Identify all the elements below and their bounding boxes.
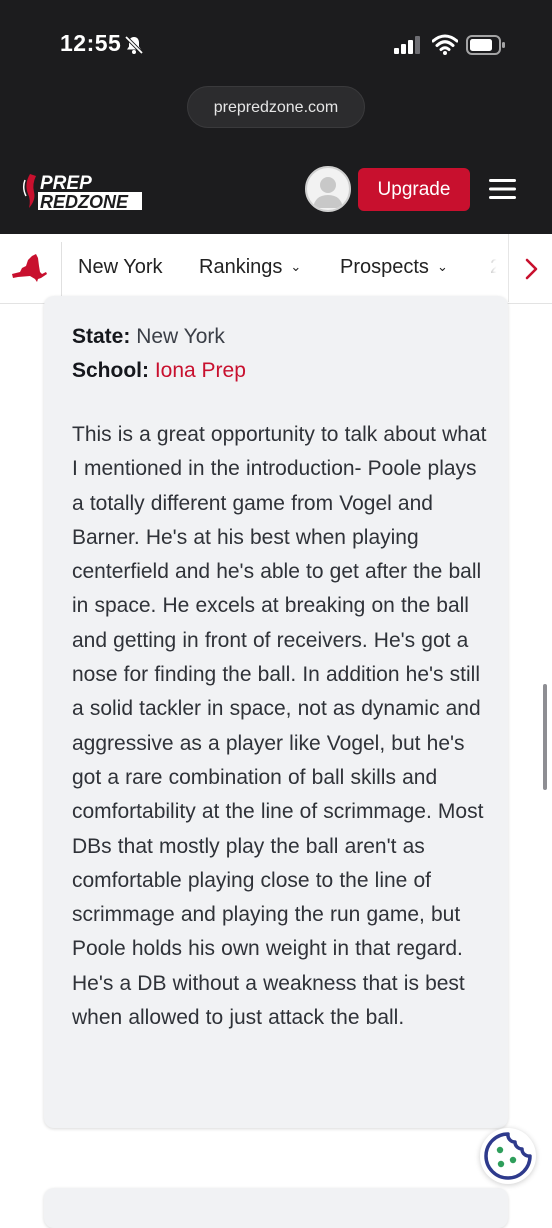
url-bar[interactable]: prepredzone.com [187,86,365,128]
scouting-report-text: This is a great opportunity to talk abou… [72,423,487,1030]
nav-item-prospects[interactable]: Prospects ⌄ [340,256,448,279]
cookie-settings-button[interactable] [480,1128,536,1184]
nav-fade [470,234,508,302]
state-value: New York [136,325,225,348]
upgrade-button[interactable]: Upgrade [358,168,470,211]
user-silhouette-icon [313,177,343,208]
state-label: State: [72,325,131,348]
chevron-down-icon: ⌄ [290,259,302,274]
next-card [44,1188,508,1228]
nav-item-rankings[interactable]: Rankings ⌄ [199,256,301,279]
school-row: School: Iona Prep [72,359,246,383]
chevron-down-icon: ⌄ [436,259,448,274]
avatar[interactable] [305,166,351,212]
prep-redzone-logo[interactable]: PREP REDZONE [22,170,144,212]
new-york-state-icon[interactable] [10,252,48,284]
nav-item-label: New York [78,256,163,278]
chevron-right-icon [525,258,538,280]
scrollbar[interactable] [543,684,547,790]
nav-scroll-right-button[interactable] [508,234,552,302]
cookie-icon [484,1132,532,1180]
nav-divider [61,242,62,296]
logo-text-bottom: REDZONE [40,192,129,212]
cellular-signal-icon [394,36,420,54]
state-row: State: New York [72,325,225,349]
battery-icon [466,35,505,55]
status-time: 12:55 [60,30,122,56]
logo-text-top: PREP [40,173,92,194]
bell-slash-icon [124,35,144,55]
hamburger-menu-icon[interactable] [489,178,516,200]
nav-item-label: Rankings [199,256,283,278]
school-label: School: [72,359,149,382]
wifi-icon [432,34,458,55]
nav-item-new-york[interactable]: New York [78,256,163,279]
school-link[interactable]: Iona Prep [155,359,246,382]
nav-item-label: Prospects [340,256,429,278]
